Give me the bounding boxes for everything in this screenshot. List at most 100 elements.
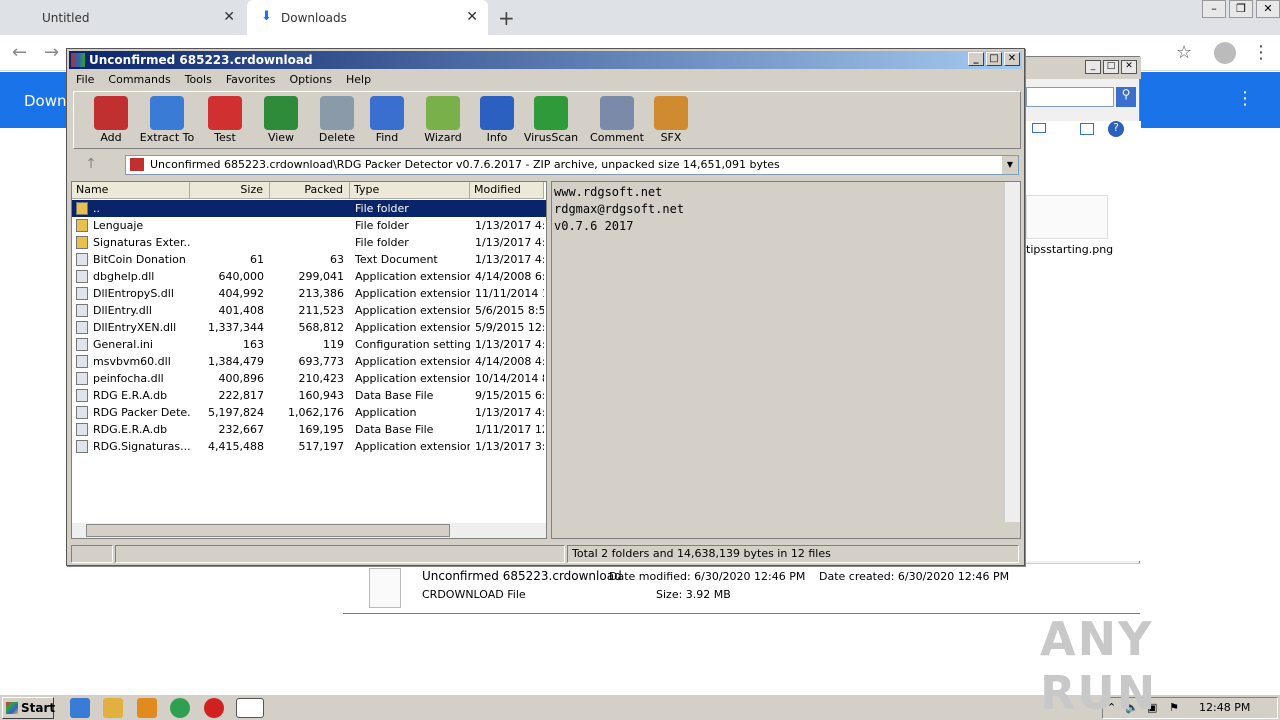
toolbar-comment-button[interactable]: Comment — [586, 94, 648, 148]
file-icon — [76, 355, 88, 368]
forward-icon[interactable]: → — [44, 42, 59, 63]
table-row[interactable]: RDG E.R.A.db 222,817 160,943 Data Base File… — [72, 387, 546, 404]
cell-packed — [270, 200, 350, 217]
toolbar-label: View — [267, 131, 295, 144]
close-icon[interactable]: ✕ — [223, 9, 235, 25]
table-row[interactable]: Signaturas Exter... File folder 1/13/2017 … — [72, 234, 546, 251]
column-type[interactable]: Type — [350, 182, 470, 199]
more-icon[interactable]: ⋮ — [1236, 88, 1254, 109]
toolbar-label: Info — [486, 131, 508, 144]
help-icon[interactable]: ? — [1108, 121, 1124, 137]
start-button[interactable]: Start — [2, 697, 55, 719]
menu-item-file[interactable]: File — [69, 73, 101, 86]
opera-icon[interactable] — [204, 698, 224, 718]
table-row[interactable]: BitCoin Donation ... 61 63 Text Document 1/1… — [72, 251, 546, 268]
menu-item-favorites[interactable]: Favorites — [219, 73, 283, 86]
media-player-icon[interactable] — [137, 698, 157, 718]
table-row[interactable]: DllEntryXEN.dll 1,337,344 568,812 Applicati… — [72, 319, 546, 336]
back-icon[interactable]: ← — [12, 42, 27, 63]
menu-item-options[interactable]: Options — [283, 73, 339, 86]
table-row[interactable]: RDG.E.R.A.db 232,667 169,195 Data Base File… — [72, 421, 546, 438]
new-tab-button[interactable]: + — [498, 6, 515, 30]
close-button[interactable]: ✕ — [1121, 60, 1137, 74]
close-button[interactable]: ✕ — [1256, 0, 1280, 18]
status-text: Total 2 folders and 14,638,139 bytes in … — [567, 545, 1019, 563]
table-row[interactable]: Lenguaje File folder 1/13/2017 4:1 — [72, 217, 546, 234]
download-icon: ⬇ — [261, 9, 272, 24]
toolbar-info-button[interactable]: Info — [466, 94, 528, 148]
explorer-icon[interactable] — [103, 698, 123, 718]
cell-modified — [470, 200, 544, 217]
table-row[interactable]: peinfocha.dll 400,896 210,423 Application e… — [72, 370, 546, 387]
menu-item-commands[interactable]: Commands — [101, 73, 177, 86]
menu-item-tools[interactable]: Tools — [178, 73, 219, 86]
scroll-thumb[interactable] — [86, 524, 450, 537]
maximize-button[interactable]: □ — [986, 52, 1002, 66]
toolbar-virusscan-button[interactable]: VirusScan — [520, 94, 582, 148]
table-row[interactable]: DllEntropyS.dll 404,992 213,386 Application… — [72, 285, 546, 302]
table-row[interactable]: DllEntry.dll 401,408 211,523 Application ex… — [72, 302, 546, 319]
up-folder-icon[interactable]: ↑ — [77, 156, 105, 174]
file-label[interactable]: tipsstarting.png — [1026, 243, 1113, 256]
maximize-button[interactable]: ❐ — [1229, 0, 1253, 18]
browser-window-controls: – ❐ ✕ — [1199, 0, 1280, 18]
cell-name: Signaturas Exter... — [93, 236, 190, 249]
toolbar-wizard-button[interactable]: Wizard — [412, 94, 474, 148]
search-input[interactable] — [1026, 87, 1114, 107]
toolbar-extract-to-button[interactable]: Extract To — [136, 94, 198, 148]
file-icon — [76, 423, 88, 436]
toolbar-view-button[interactable]: View — [250, 94, 312, 148]
winrar-task-icon[interactable] — [236, 698, 264, 718]
table-row[interactable]: dbghelp.dll 640,000 299,041 Application ext… — [72, 268, 546, 285]
search-icon[interactable]: ⚲ — [1116, 87, 1136, 107]
browser-tab-active[interactable]: ⬇ Downloads ✕ — [247, 0, 488, 35]
tab-title: Downloads — [281, 10, 347, 25]
table-row[interactable]: msvbvm60.dll 1,384,479 693,773 Application … — [72, 353, 546, 370]
table-row[interactable]: General.ini 163 119 Configuration settings 1… — [72, 336, 546, 353]
drive-icon[interactable] — [71, 545, 113, 563]
cell-name: RDG Packer Dete... — [93, 406, 190, 419]
menu-icon[interactable]: ⋮ — [1252, 42, 1270, 63]
toolbar-find-button[interactable]: Find — [356, 94, 418, 148]
cell-type: File folder — [355, 202, 409, 215]
chrome-icon[interactable] — [170, 698, 190, 718]
cell-size: 1,337,344 — [208, 321, 264, 334]
column-modified[interactable]: Modified — [470, 182, 544, 199]
toolbar-add-button[interactable]: Add — [80, 94, 142, 148]
chevron-down-icon[interactable]: ▼ — [1002, 156, 1018, 174]
close-button[interactable]: ✕ — [1004, 52, 1020, 66]
explorer-content: ? tipsstarting.png — [1026, 121, 1141, 561]
cell-modified: 5/6/2015 8:51 — [475, 304, 544, 317]
table-row[interactable]: RDG Packer Dete... 5,197,824 1,062,176 Appl… — [72, 404, 546, 421]
ie-icon[interactable] — [70, 698, 90, 718]
toolbar-test-button[interactable]: Test — [194, 94, 256, 148]
image-thumbnail[interactable] — [1026, 195, 1108, 239]
horizontal-scrollbar[interactable] — [72, 523, 546, 538]
toolbar-sfx-button[interactable]: SFX — [640, 94, 702, 148]
status-bar: Total 2 folders and 14,638,139 bytes in … — [71, 545, 1021, 563]
vertical-scrollbar[interactable] — [1004, 182, 1020, 522]
file-icon — [76, 304, 88, 317]
column-packed[interactable]: Packed — [270, 182, 350, 199]
cell-name: .. — [93, 202, 100, 215]
maximize-button[interactable]: □ — [1103, 60, 1119, 74]
column-name[interactable]: Name — [72, 182, 190, 199]
close-icon[interactable]: ✕ — [466, 9, 478, 25]
minimize-button[interactable]: _ — [968, 52, 984, 66]
window-title: Unconfirmed 685223.crdownload — [89, 53, 313, 67]
cell-size: 401,408 — [218, 304, 265, 317]
profile-avatar[interactable] — [1214, 42, 1236, 64]
cell-modified: 1/13/2017 4:1 — [475, 253, 544, 266]
pane-icon[interactable] — [1080, 123, 1094, 135]
cell-type: Configuration settings — [355, 338, 470, 351]
minimize-button[interactable]: _ — [1085, 60, 1101, 74]
minimize-button[interactable]: – — [1202, 0, 1226, 18]
table-row[interactable]: RDG.Signaturas.... 4,415,488 517,197 Applic… — [72, 438, 546, 455]
browser-tab[interactable]: Untitled ✕ — [0, 0, 245, 35]
star-icon[interactable]: ☆ — [1176, 42, 1192, 63]
view-icon[interactable] — [1032, 123, 1046, 133]
column-size[interactable]: Size — [190, 182, 270, 199]
table-row[interactable]: .. File folder — [72, 200, 546, 217]
path-field[interactable]: Unconfirmed 685223.crdownload\RDG Packer… — [125, 155, 1019, 175]
menu-item-help[interactable]: Help — [339, 73, 378, 86]
